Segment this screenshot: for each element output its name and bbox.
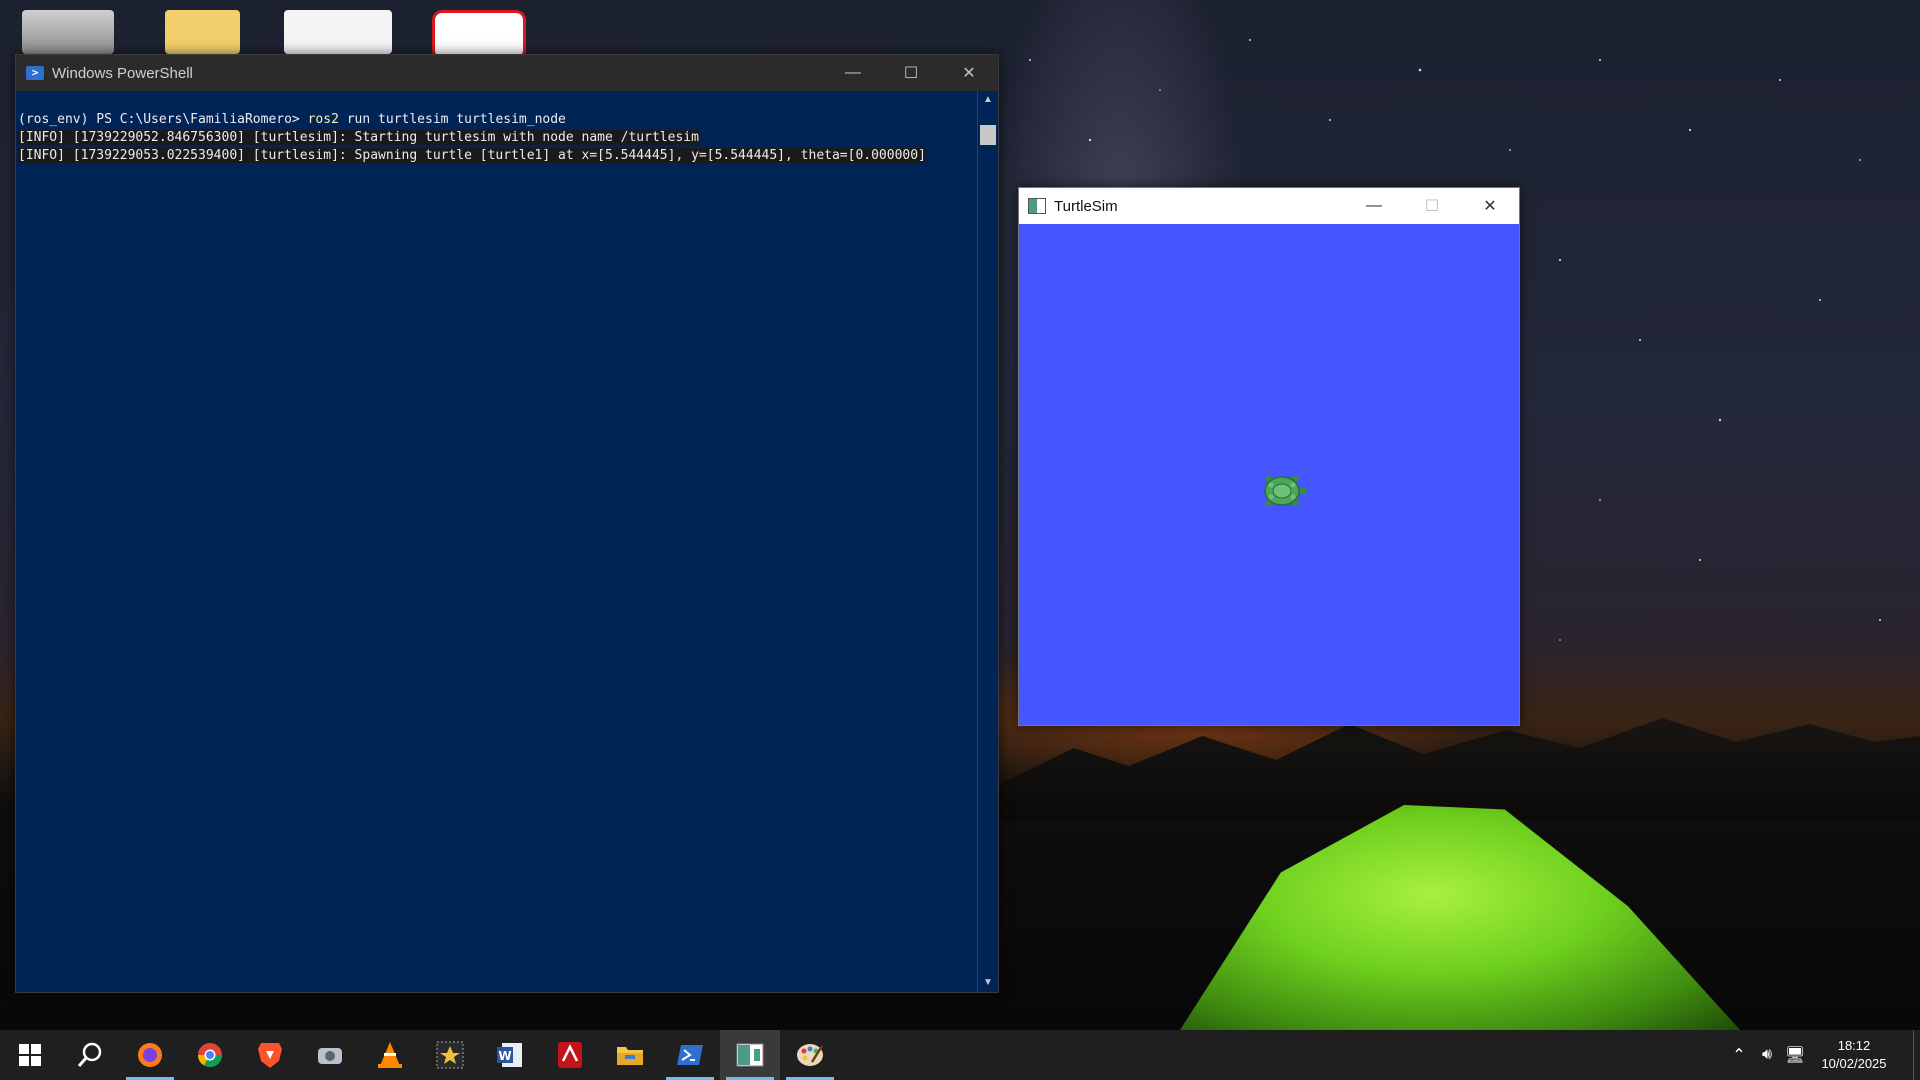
pdf-folder-icon[interactable] [165,10,240,54]
powershell-titlebar[interactable]: > Windows PowerShell — ☐ ✕ [16,55,998,91]
close-button[interactable]: ✕ [1461,188,1519,224]
console-output[interactable]: (ros_env) PS C:\Users\FamiliaRomero> ros… [16,91,978,992]
acrobat-icon[interactable] [540,1030,600,1080]
clock-date: 10/02/2025 [1821,1056,1887,1071]
log-line: [INFO] [1739229052.846756300] [turtlesim… [18,130,699,145]
movie-maker-icon[interactable] [420,1030,480,1080]
prompt: (ros_env) PS C:\Users\FamiliaRomero> [18,112,308,127]
taskbar: W ⌃ 🔊︎ 🖥︎ 18:12 10/02/2025 [0,1030,1920,1080]
maximize-button[interactable]: ☐ [882,55,940,91]
scroll-down-icon[interactable]: ▼ [978,974,998,992]
maximize-button[interactable]: ☐ [1403,188,1461,224]
acrobat-file-icon[interactable] [432,10,526,60]
windows-start-icon[interactable] [0,1030,60,1080]
scroll-thumb[interactable] [980,125,996,145]
vertical-scrollbar[interactable]: ▲ ▼ [977,91,998,992]
clock-time: 18:12 [1837,1038,1871,1053]
turtle-icon [1264,476,1307,506]
document-thumbnail-icon[interactable] [284,10,392,54]
powershell-window[interactable]: > Windows PowerShell — ☐ ✕ (ros_env) PS … [15,54,999,993]
search-icon[interactable] [60,1030,120,1080]
word-icon[interactable]: W [480,1030,540,1080]
powershell-icon[interactable] [660,1030,720,1080]
volume-icon[interactable]: 🔊︎ [1753,1046,1781,1064]
paint-icon[interactable] [780,1030,840,1080]
clock[interactable]: 18:12 10/02/2025 [1809,1037,1899,1073]
recycle-bin-icon[interactable] [22,10,114,54]
vlc-icon[interactable] [360,1030,420,1080]
show-hidden-icons-icon[interactable]: ⌃ [1725,1045,1753,1065]
minimize-button[interactable]: — [824,55,882,91]
svg-text:W: W [498,1049,511,1063]
minimize-button[interactable]: — [1345,188,1403,224]
tent-image [1180,805,1740,1030]
brave-icon[interactable] [240,1030,300,1080]
scroll-up-icon[interactable]: ▲ [978,91,998,109]
file-explorer-icon[interactable] [600,1030,660,1080]
turtlesim-app-icon [1028,198,1046,214]
window-title: Windows PowerShell [52,64,193,82]
powershell-icon: > [26,66,44,80]
network-icon[interactable]: 🖥︎ [1781,1045,1809,1065]
turtlesim-window[interactable]: TurtleSim — ☐ ✕ [1018,187,1520,726]
log-line: [INFO] [1739229053.022539400] [turtlesim… [18,148,926,163]
chrome-icon[interactable] [180,1030,240,1080]
turtlesim-titlebar[interactable]: TurtleSim — ☐ ✕ [1019,188,1519,224]
window-title: TurtleSim [1054,197,1118,215]
command-name: ros2 [307,112,339,127]
firefox-icon[interactable] [120,1030,180,1080]
command-args: run turtlesim turtlesim_node [338,112,566,127]
close-button[interactable]: ✕ [940,55,998,91]
scanner-app-icon[interactable] [300,1030,360,1080]
system-tray: ⌃ 🔊︎ 🖥︎ 18:12 10/02/2025 [1725,1030,1920,1080]
turtlesim-icon[interactable] [720,1030,780,1080]
show-desktop-button[interactable] [1913,1030,1920,1080]
